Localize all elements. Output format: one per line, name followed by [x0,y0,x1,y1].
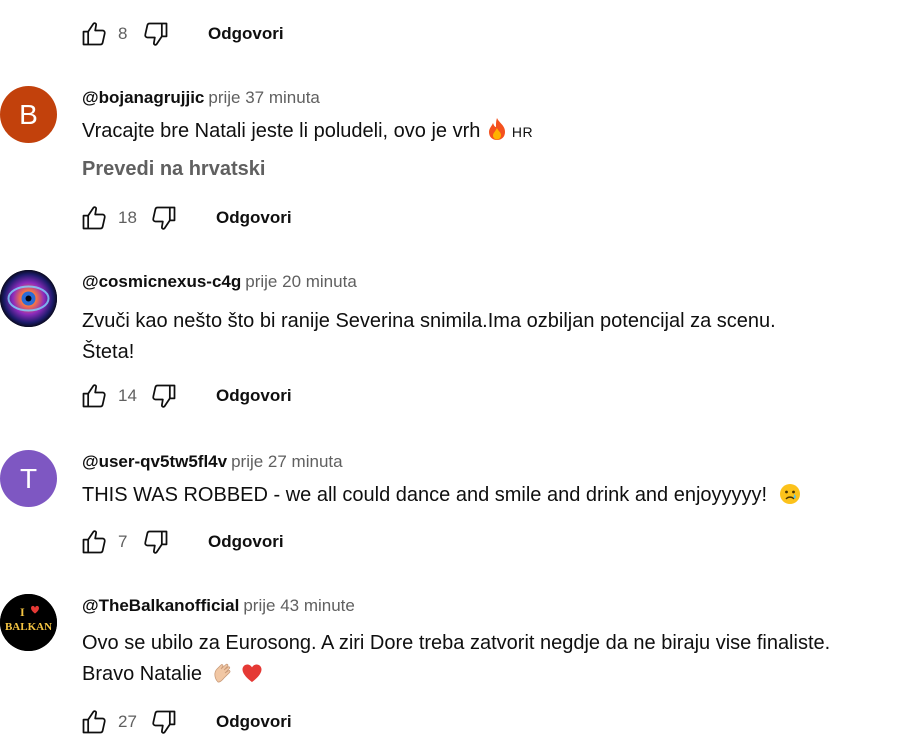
dislike-button[interactable] [148,202,180,234]
like-button[interactable] [78,706,110,738]
reply-button[interactable]: Odgovori [208,24,284,44]
logo-text-balkan: BALKAN [5,621,52,633]
comment-line: Šteta! [82,341,135,363]
fire-emoji-icon [486,117,508,151]
thumbs-up-icon [80,204,108,232]
comment-text: Zvuči kao nešto što bi ranije Severina s… [82,306,776,368]
like-button[interactable] [78,202,110,234]
comment-header: @cosmicnexus-c4g prije 20 minuta [82,270,357,294]
like-button[interactable] [78,526,110,558]
thumbs-down-icon [150,382,178,410]
avatar[interactable] [0,270,57,327]
avatar[interactable]: I BALKAN [0,594,57,651]
comment-header: @user-qv5tw5fl4v prije 27 minuta [82,450,343,474]
reply-button[interactable]: Odgovori [208,532,284,552]
avatar[interactable]: T [0,450,57,507]
reply-button[interactable]: Odgovori [216,386,292,406]
red-heart-emoji-icon [241,662,263,694]
comment-actions: 14 Odgovori [78,378,292,414]
timestamp[interactable]: prije 27 minuta [231,452,343,471]
comment-actions: 7 Odgovori [78,524,284,560]
thumbs-up-icon [80,382,108,410]
galaxy-eye-avatar-icon [0,270,57,327]
comment-line: Vracajte bre Natali jeste li poludeli, o… [82,120,481,142]
reply-button[interactable]: Odgovori [216,712,292,732]
language-tag: HR [511,124,534,140]
like-count: 14 [118,386,137,405]
avatar-letter: T [19,462,38,494]
dislike-button[interactable] [140,526,172,558]
comment-text: THIS WAS ROBBED - we all could dance and… [82,480,801,515]
timestamp[interactable]: prije 37 minuta [208,88,320,107]
comment-line: Ovo se ubilo za Eurosong. A ziri Dore tr… [82,632,831,654]
avatar-letter: B [19,98,38,130]
avatar[interactable]: B [0,86,57,143]
author-name[interactable]: @TheBalkanofficial [82,596,239,615]
comment-line: Bravo Natalie [82,663,203,685]
crying-face-emoji-icon [779,483,801,515]
clapping-hands-emoji-icon [212,662,234,694]
comment-line: THIS WAS ROBBED - we all could dance and… [82,484,768,506]
comment-line: Zvuči kao nešto što bi ranije Severina s… [82,310,776,332]
like-count: 8 [118,24,128,43]
like-count: 27 [118,712,137,731]
reply-button[interactable]: Odgovori [216,208,292,228]
author-name[interactable]: @bojanagrujjic [82,88,204,107]
comment-header: @TheBalkanofficial prije 43 minute [82,594,355,618]
thumbs-up-icon [80,708,108,736]
author-name[interactable]: @user-qv5tw5fl4v [82,452,227,471]
comment-header: @bojanagrujjic prije 37 minuta [82,86,320,110]
comment-text: Vracajte bre Natali jeste li poludeli, o… [82,116,533,151]
thumbs-up-icon [80,20,108,48]
like-button[interactable] [78,380,110,412]
dislike-button[interactable] [148,706,180,738]
comment-actions-top: 8 Odgovori [78,16,284,52]
thumbs-down-icon [150,708,178,736]
like-count: 18 [118,208,137,227]
comment-actions: 27 Odgovori [78,704,292,740]
thumbs-down-icon [142,20,170,48]
timestamp[interactable]: prije 20 minuta [245,272,357,291]
translate-link[interactable]: Prevedi na hrvatski [82,158,265,181]
like-button[interactable] [78,18,110,50]
comment-text: Ovo se ubilo za Eurosong. A ziri Dore tr… [82,628,830,694]
comment-actions: 18 Odgovori [78,200,292,236]
dislike-button[interactable] [148,380,180,412]
timestamp[interactable]: prije 43 minute [243,596,355,615]
thumbs-down-icon [142,528,170,556]
logo-text-i: I [20,605,25,619]
like-count: 7 [118,532,128,551]
thumbs-up-icon [80,528,108,556]
dislike-button[interactable] [140,18,172,50]
i-love-balkan-logo-icon: I BALKAN [0,594,57,651]
author-name[interactable]: @cosmicnexus-c4g [82,272,241,291]
thumbs-down-icon [150,204,178,232]
